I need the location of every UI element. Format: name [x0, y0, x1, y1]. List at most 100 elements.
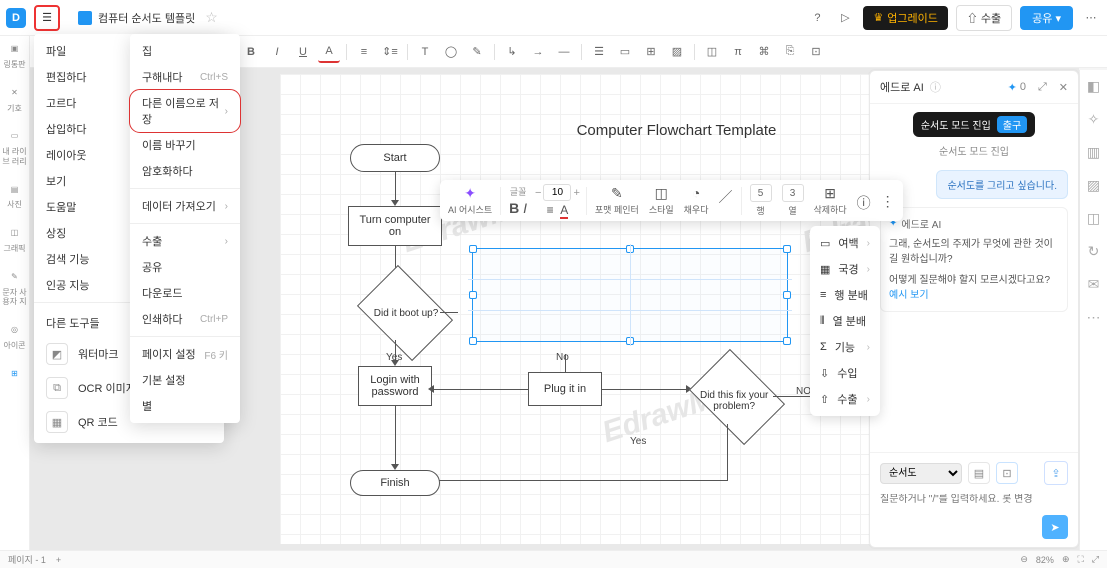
ft-ai-assist[interactable]: ✦AI 어시스트 — [446, 185, 494, 216]
ai-send-button[interactable]: ➤ — [1042, 515, 1068, 539]
ft-cols[interactable]: 3 열 — [780, 184, 806, 217]
node-plugin[interactable]: Plug it in — [528, 372, 602, 406]
underline-icon[interactable]: U — [292, 41, 314, 63]
ft-fill[interactable]: ◔채우다 — [682, 185, 711, 216]
align-icon[interactable]: ≡ — [353, 41, 375, 63]
node-turn-on[interactable]: Turn computer on — [348, 206, 442, 246]
help-icon[interactable]: ? — [807, 8, 827, 28]
fullscreen-icon[interactable]: ⤢ — [1092, 554, 1099, 565]
ai-type-select[interactable]: 순서도 — [880, 463, 962, 484]
ai-mode-exit[interactable]: 출구 — [997, 116, 1027, 133]
line-spacing-icon[interactable]: ⇕≡ — [379, 41, 401, 63]
file-encrypt[interactable]: 암호화하다 — [130, 158, 240, 184]
rr-comments-icon[interactable]: ✉ — [1088, 276, 1100, 293]
rail-symbols[interactable]: ✕기호 — [6, 84, 24, 114]
zoom-out-icon[interactable]: ⊖ — [1020, 554, 1028, 565]
rr-more-icon[interactable]: ⋯ — [1087, 309, 1101, 326]
ctx-row-dist[interactable]: ≡행 분배 — [810, 282, 880, 308]
font-color-icon[interactable]: A — [318, 41, 340, 63]
more-icon[interactable]: ⋯ — [1081, 8, 1101, 28]
node-login[interactable]: Login with password — [358, 366, 432, 406]
container-icon[interactable]: ▭ — [614, 41, 636, 63]
file-home[interactable]: 집 — [130, 38, 240, 64]
ctx-col-dist[interactable]: ⫴열 분배 — [810, 308, 880, 334]
file-page-setup[interactable]: 페이지 설정F6 키 — [130, 341, 240, 367]
line-style-icon[interactable]: — — [553, 41, 575, 63]
ft-info-icon[interactable]: ⓘ — [855, 193, 873, 209]
ctx-import[interactable]: ⇩수입 — [810, 360, 880, 386]
shape-icon[interactable]: ◯ — [440, 41, 462, 63]
ai-minimize-icon[interactable]: ⤢ — [1038, 81, 1047, 94]
text-tool-icon[interactable]: T — [414, 41, 436, 63]
rail-graphics[interactable]: ◫그래픽 — [3, 224, 25, 254]
file-preferences[interactable]: 기본 설정 — [130, 367, 240, 393]
ai-insert-icon[interactable]: ▤ — [968, 462, 990, 484]
ai-attach-button[interactable]: ⇪ — [1044, 461, 1068, 485]
selected-element[interactable] — [472, 248, 788, 342]
connector-icon[interactable]: ↳ — [501, 41, 523, 63]
italic-icon[interactable]: I — [266, 41, 288, 63]
file-download[interactable]: 다운로드 — [130, 280, 240, 306]
ctx-export[interactable]: ⇧수출› — [810, 386, 880, 412]
file-save-as[interactable]: 다른 이름으로 저장› — [130, 90, 240, 132]
attachment-icon[interactable]: ⎘ — [779, 41, 801, 63]
flowchart-title[interactable]: Computer Flowchart Template — [577, 122, 777, 139]
ft-fontsize-input[interactable] — [543, 184, 571, 201]
document-tab[interactable]: 컴퓨터 순서도 템플릿 ☆ — [68, 9, 228, 26]
node-fix-decision[interactable]: Did this fix your problem? — [689, 349, 785, 445]
file-import[interactable]: 데이터 가져오기› — [130, 193, 240, 219]
formula-icon[interactable]: π — [727, 41, 749, 63]
rail-text[interactable]: ✎문자 사용자 지 — [0, 268, 29, 307]
ctx-function[interactable]: Σ기능› — [810, 334, 880, 360]
play-icon[interactable]: ▷ — [835, 8, 855, 28]
node-finish[interactable]: Finish — [350, 470, 440, 496]
app-logo[interactable]: D — [6, 8, 26, 28]
node-boot-decision[interactable]: Did it boot up? — [357, 265, 453, 361]
upgrade-button[interactable]: ♛ 업그레이드 — [863, 6, 947, 30]
rail-library[interactable]: ▭내 라이브 러리 — [0, 127, 29, 166]
file-share[interactable]: 공유 — [130, 254, 240, 280]
add-page-button[interactable]: + — [56, 555, 61, 565]
ai-close-icon[interactable]: ✕ — [1059, 81, 1068, 94]
rail-photos[interactable]: ▤사진 — [6, 180, 24, 210]
file-export[interactable]: 수출› — [130, 228, 240, 254]
zoom-in-icon[interactable]: ⊕ — [1062, 554, 1070, 565]
chart-icon[interactable]: ◫ — [701, 41, 723, 63]
main-menu-button[interactable]: ☰ — [34, 5, 60, 31]
image-icon[interactable]: ▨ — [666, 41, 688, 63]
rr-page-icon[interactable]: ▥ — [1087, 144, 1100, 161]
star-icon[interactable]: ☆ — [205, 9, 218, 26]
arrow-style-icon[interactable]: → — [527, 41, 549, 63]
rr-layers-icon[interactable]: ◫ — [1087, 210, 1100, 227]
ft-line[interactable]: ／ — [717, 187, 735, 215]
ai-template-icon[interactable]: ⊡ — [996, 462, 1018, 484]
file-print[interactable]: 인쇄하다Ctrl+P — [130, 306, 240, 332]
ft-fontsize-inc[interactable]: + — [573, 187, 579, 199]
ft-delete[interactable]: ⊞삭제하다 — [812, 185, 849, 216]
file-star[interactable]: 별 — [130, 393, 240, 419]
rr-theme-icon[interactable]: ◧ — [1087, 78, 1100, 95]
page-tab[interactable]: 페이지 - 1 — [8, 553, 46, 566]
file-save[interactable]: 구해내다Ctrl+S — [130, 64, 240, 90]
fit-icon[interactable]: ⛶ — [1077, 554, 1083, 565]
table-icon[interactable]: ⊞ — [640, 41, 662, 63]
list-icon[interactable]: ☰ — [588, 41, 610, 63]
ctx-border[interactable]: ▦국경› — [810, 256, 880, 282]
ai-info-icon[interactable]: ⓘ — [930, 79, 941, 95]
ft-align-icon[interactable]: ≡ A — [547, 203, 569, 217]
ctx-margin[interactable]: ▭여백› — [810, 230, 880, 256]
ft-fontsize-dec[interactable]: − — [535, 187, 541, 199]
export-button[interactable]: ⇧ 수출 — [956, 5, 1012, 31]
pen-icon[interactable]: ✎ — [466, 41, 488, 63]
rail-icons[interactable]: ◎아이콘 — [3, 321, 25, 351]
file-rename[interactable]: 이름 바꾸기 — [130, 132, 240, 158]
ai-example-link[interactable]: 예시 보기 — [889, 290, 929, 301]
ai-prompt-input[interactable] — [880, 494, 1068, 505]
link-icon[interactable]: ⌘ — [753, 41, 775, 63]
bold-icon[interactable]: B — [240, 41, 262, 63]
ft-font[interactable]: 글꼴 B I — [507, 185, 529, 216]
rail-grid[interactable]: ⊞ — [6, 364, 24, 384]
ft-style[interactable]: ◫스타일 — [647, 185, 676, 216]
node-start[interactable]: Start — [350, 144, 440, 172]
ft-more-icon[interactable]: ⋮ — [879, 193, 897, 209]
